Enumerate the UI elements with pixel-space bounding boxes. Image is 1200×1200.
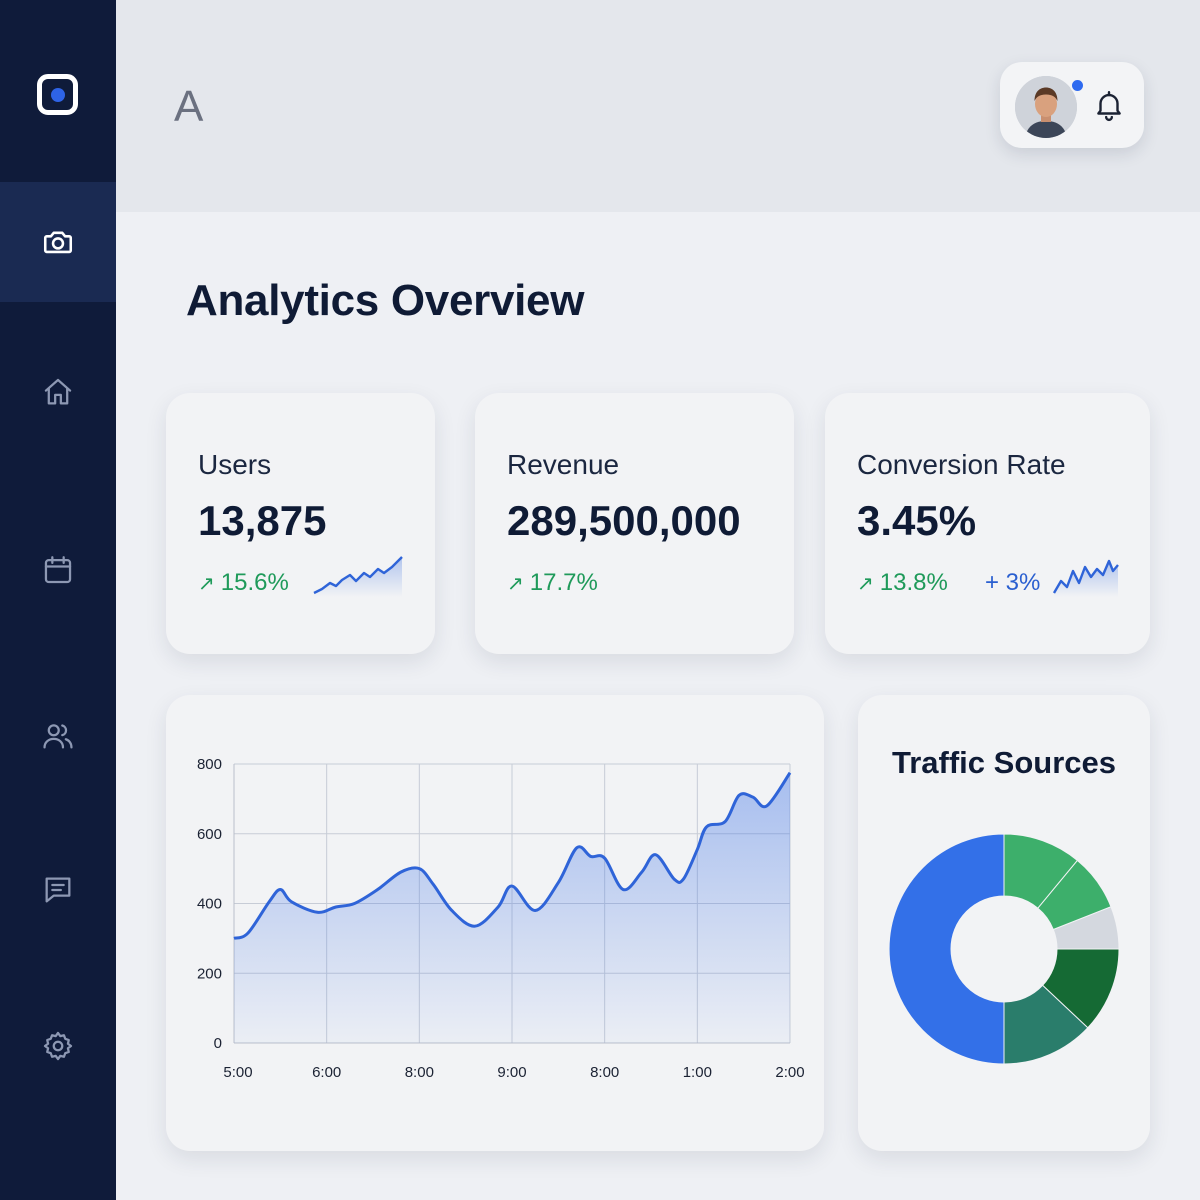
stat-change: ↗ 15.6% bbox=[198, 569, 289, 597]
stat-value: 3.45% bbox=[857, 497, 977, 544]
sidebar-item-calendar[interactable] bbox=[0, 510, 116, 630]
avatar-image bbox=[1015, 76, 1077, 138]
app-logo[interactable] bbox=[37, 74, 78, 115]
stat-value: 289,500,000 bbox=[507, 497, 741, 544]
x-tick-label: 1:00 bbox=[683, 1064, 712, 1081]
stat-label: Revenue bbox=[507, 449, 620, 480]
donut-slice bbox=[888, 833, 1005, 1065]
top-header: A bbox=[116, 0, 1200, 212]
stat-extra-change: + 3% bbox=[985, 569, 1041, 596]
trend-up-icon: ↗ bbox=[198, 572, 215, 595]
traffic-sources-card: Traffic Sources bbox=[858, 695, 1150, 1151]
avatar[interactable] bbox=[1015, 76, 1077, 138]
y-tick-label: 200 bbox=[197, 965, 222, 982]
stat-change: ↗ 17.7% bbox=[507, 569, 598, 597]
calendar-icon bbox=[44, 556, 72, 584]
stat-card-conversion: Conversion Rate 3.45% ↗ 13.8% + 3% bbox=[825, 393, 1150, 654]
message-icon bbox=[45, 877, 71, 903]
header-title: A bbox=[174, 82, 204, 131]
users-icon bbox=[43, 724, 73, 749]
x-tick-label: 8:00 bbox=[590, 1064, 619, 1081]
stat-label: Conversion Rate bbox=[857, 449, 1066, 480]
x-tick-label: 2:00 bbox=[775, 1064, 804, 1081]
sidebar-item-settings[interactable] bbox=[0, 986, 116, 1106]
stat-value: 13,875 bbox=[198, 497, 327, 544]
settings-icon bbox=[43, 1031, 73, 1061]
x-tick-label: 5:00 bbox=[223, 1064, 252, 1081]
sidebar-item-messages[interactable] bbox=[0, 830, 116, 950]
stat-change: ↗ 13.8% bbox=[857, 569, 948, 597]
bell-icon[interactable] bbox=[1092, 88, 1126, 122]
trend-up-icon: ↗ bbox=[857, 572, 874, 595]
stat-change-value: 13.8% bbox=[879, 569, 948, 596]
x-tick-label: 9:00 bbox=[497, 1064, 526, 1081]
sidebar-item-users[interactable] bbox=[0, 676, 116, 796]
y-tick-label: 400 bbox=[197, 896, 222, 913]
area-chart: 0 200 400 600 800 5:00 6:00 8:00 9:00 8:00 1:00 2:0… bbox=[197, 756, 805, 1081]
sparkline bbox=[1052, 559, 1119, 597]
notification-dot bbox=[1070, 78, 1085, 93]
x-tick-label: 6:00 bbox=[312, 1064, 341, 1081]
sidebar-item-home[interactable] bbox=[0, 332, 116, 452]
profile-area bbox=[1000, 62, 1144, 148]
x-tick-label: 8:00 bbox=[405, 1064, 434, 1081]
stat-change-value: 17.7% bbox=[529, 569, 598, 596]
home-icon bbox=[44, 378, 72, 405]
y-tick-label: 800 bbox=[197, 756, 222, 773]
stat-card-users: Users 13,875 ↗ 15.6% bbox=[166, 393, 435, 654]
stat-label: Users bbox=[198, 449, 272, 480]
traffic-chart-card: 0 200 400 600 800 5:00 6:00 8:00 9:00 8:00 1:00 2:0… bbox=[166, 695, 824, 1151]
sidebar-item-camera[interactable] bbox=[0, 182, 116, 302]
stat-change-value: 15.6% bbox=[220, 569, 289, 596]
camera-icon bbox=[43, 231, 73, 254]
trend-up-icon: ↗ bbox=[507, 572, 524, 595]
traffic-sources-title: Traffic Sources bbox=[892, 745, 1116, 780]
sidebar bbox=[0, 0, 116, 1200]
y-tick-label: 600 bbox=[197, 826, 222, 843]
y-tick-label: 0 bbox=[214, 1035, 222, 1052]
logo-dot bbox=[50, 87, 65, 102]
page-title: Analytics Overview bbox=[186, 276, 585, 325]
stat-card-revenue: Revenue 289,500,000 ↗ 17.7% bbox=[475, 393, 794, 654]
sparkline bbox=[313, 556, 403, 597]
